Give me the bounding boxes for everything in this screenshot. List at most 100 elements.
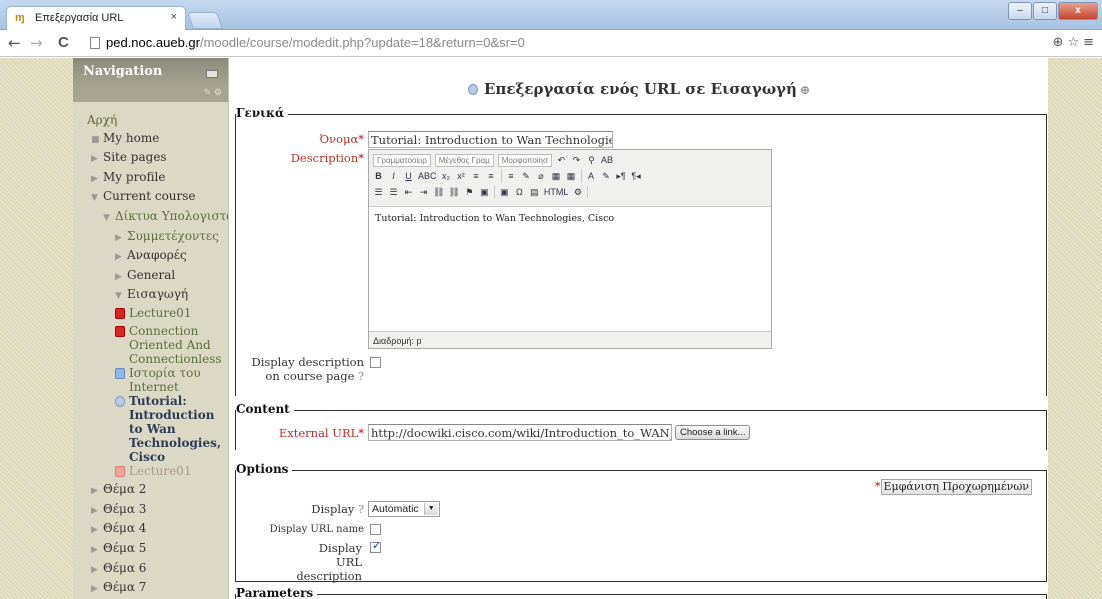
address-bar[interactable]: ped.noc.aueb.gr/moodle/course/modedit.ph…: [84, 33, 1064, 54]
block-edit-icons[interactable]: ✎ ⚙: [73, 88, 228, 102]
nav-activity[interactable]: Connection Oriented And Connectionless: [87, 324, 228, 366]
browser-tab[interactable]: ɱ Επεξεργασία URL ×: [6, 6, 186, 30]
nav-item[interactable]: ▼ Δίκτυα Υπολογιστών: [87, 208, 228, 228]
dock-icon[interactable]: [206, 70, 218, 78]
editor-button-icon[interactable]: ⇤: [403, 186, 414, 198]
editor-button-icon[interactable]: ≡: [471, 170, 482, 182]
editor-button-icon[interactable]: ≡: [506, 170, 517, 182]
editor-button-icon[interactable]: Ω: [514, 186, 525, 198]
show-advanced-button[interactable]: Εμφάνιση Προχωρημένων: [880, 479, 1032, 495]
format-select[interactable]: Μορφοποίησ: [497, 153, 552, 167]
display-select[interactable]: Automatic ▼: [368, 501, 440, 517]
editor-button-icon[interactable]: A: [586, 170, 597, 182]
nav-item[interactable]: ■ My home: [87, 130, 228, 150]
maximize-button[interactable]: □: [1033, 2, 1057, 20]
nav-activity-label: Tutorial: Introduction to Wan Technologi…: [129, 393, 222, 464]
nav-activity[interactable]: Tutorial: Introduction to Wan Technologi…: [87, 394, 228, 464]
external-url-label: External URL*: [278, 426, 364, 440]
nav-item[interactable]: ▶ My profile: [87, 169, 228, 189]
editor-text-area[interactable]: Tutorial: Introduction to Wan Technologi…: [369, 206, 771, 332]
choose-link-button[interactable]: Choose a link...: [675, 425, 751, 440]
reload-icon[interactable]: C: [58, 34, 69, 51]
editor-button-icon[interactable]: ¶◂: [631, 170, 642, 182]
editor-button-icon[interactable]: ⚙: [572, 186, 583, 198]
editor-button-icon[interactable]: x²: [456, 170, 467, 182]
editor-button-icon[interactable]: ⇥: [418, 186, 429, 198]
editor-button-icon[interactable]: B: [373, 170, 384, 182]
content-section: Content External URL* http://docwiki.cis…: [235, 402, 1047, 450]
editor-button-icon[interactable]: ▸¶: [616, 170, 627, 182]
editor-button-icon[interactable]: ⚲: [586, 154, 597, 166]
nav-item-label: Current course: [103, 189, 196, 204]
editor-button-icon[interactable]: ⌀: [536, 170, 547, 182]
nav-topic[interactable]: ▶ Θέμα 5: [87, 540, 228, 560]
zoom-star-menu-icons[interactable]: ⊕☆≡: [1053, 35, 1098, 50]
nav-topic[interactable]: ▶ Θέμα 3: [87, 501, 228, 521]
editor-button-icon[interactable]: AB: [601, 154, 613, 166]
nav-topic[interactable]: ▶ Θέμα 4: [87, 520, 228, 540]
nav-item[interactable]: ▶ General: [87, 267, 228, 287]
editor-button-icon[interactable]: x₂: [441, 170, 452, 182]
options-legend[interactable]: Options: [236, 462, 293, 476]
nav-item[interactable]: ▼ Current course: [87, 188, 228, 208]
display-url-name-checkbox[interactable]: [370, 524, 381, 535]
nav-item[interactable]: ▶ Αναφορές: [87, 247, 228, 267]
new-tab-button[interactable]: [186, 12, 224, 29]
nav-item[interactable]: ▼ Εισαγωγή: [87, 286, 228, 306]
nav-topic[interactable]: ▶ Θέμα 7: [87, 579, 228, 599]
display-description-checkbox[interactable]: [370, 357, 381, 368]
editor-button-icon[interactable]: ▦: [551, 170, 562, 182]
back-arrow-icon[interactable]: ←: [8, 34, 21, 52]
help-icon[interactable]: ?: [358, 503, 364, 516]
parameters-legend[interactable]: Parameters: [236, 586, 318, 599]
font-size-select[interactable]: Μέγεθος Γραμ: [434, 153, 494, 167]
editor-button-icon[interactable]: ☰: [388, 186, 399, 198]
main-content: Επεξεργασία ενός URL σε Εισαγωγή ⊕ Γενικά…: [230, 58, 1048, 599]
editor-button-icon[interactable]: ▣: [499, 186, 510, 198]
nav-topic[interactable]: ▶ Θέμα 2: [87, 481, 228, 501]
external-url-input[interactable]: http://docwiki.cisco.com/wiki/Introducti…: [368, 424, 672, 441]
editor-button-icon[interactable]: ✎: [521, 170, 532, 182]
editor-button-icon[interactable]: HTML: [544, 186, 569, 198]
advanced-toggle: * Εμφάνιση Προχωρημένων: [875, 479, 1032, 495]
nav-item-label: My home: [103, 130, 160, 145]
editor-button-icon[interactable]: ↶: [556, 154, 567, 166]
nav-item-label: Δίκτυα Υπολογιστών: [115, 208, 228, 223]
editor-button-icon[interactable]: ▤: [529, 186, 540, 198]
minimize-button[interactable]: –: [1008, 2, 1032, 20]
editor-button-icon[interactable]: ☰: [373, 186, 384, 198]
editor-button-icon[interactable]: ABC: [418, 170, 437, 182]
nav-item[interactable]: ▶ Site pages: [87, 149, 228, 169]
nav-item[interactable]: ▶ Συμμετέχοντες: [87, 228, 228, 248]
editor-button-icon[interactable]: ⚑: [464, 186, 475, 198]
editor-button-icon[interactable]: ▣: [479, 186, 490, 198]
editor-button-icon[interactable]: I: [388, 170, 399, 182]
description-editor[interactable]: Γραμματοσειρ Μέγεθος Γραμ Μορφοποίησ ↶ ↷ ⚲…: [368, 149, 772, 349]
name-input[interactable]: Tutorial: Introduction to Wan Technologi…: [368, 131, 613, 148]
help-icon[interactable]: ?: [358, 370, 364, 383]
window-controls: – □ x: [1008, 2, 1098, 20]
font-family-select[interactable]: Γραμματοσειρ: [373, 153, 431, 167]
editor-button-icon[interactable]: ✎: [601, 170, 612, 182]
nav-root-home[interactable]: Αρχή: [87, 112, 228, 130]
nav-activity[interactable]: Lecture01: [87, 464, 228, 482]
editor-button-icon[interactable]: U: [403, 170, 414, 182]
nav-activity[interactable]: Lecture01: [87, 306, 228, 324]
editor-button-icon[interactable]: ↷: [571, 154, 582, 166]
nav-topic[interactable]: ▶ Θέμα 6: [87, 560, 228, 580]
nav-activity[interactable]: Ιστορία του Internet: [87, 366, 228, 394]
help-icon[interactable]: ⊕: [800, 83, 810, 97]
nav-item-label: My profile: [103, 169, 166, 184]
content-legend[interactable]: Content: [236, 402, 294, 416]
collapsed-arrow-icon: ▶: [91, 584, 98, 595]
general-legend[interactable]: Γενικά: [236, 106, 289, 120]
tab-close-icon[interactable]: ×: [171, 11, 177, 23]
forward-arrow-icon[interactable]: →: [30, 34, 43, 52]
parameters-section: Parameters: [235, 586, 1047, 599]
editor-button-icon[interactable]: ⛓: [448, 186, 459, 198]
editor-button-icon[interactable]: ≡: [486, 170, 497, 182]
close-window-button[interactable]: x: [1058, 2, 1098, 20]
display-url-description-checkbox[interactable]: [370, 539, 381, 553]
editor-button-icon[interactable]: ▦: [566, 170, 577, 182]
editor-button-icon[interactable]: ⛓: [433, 186, 444, 198]
